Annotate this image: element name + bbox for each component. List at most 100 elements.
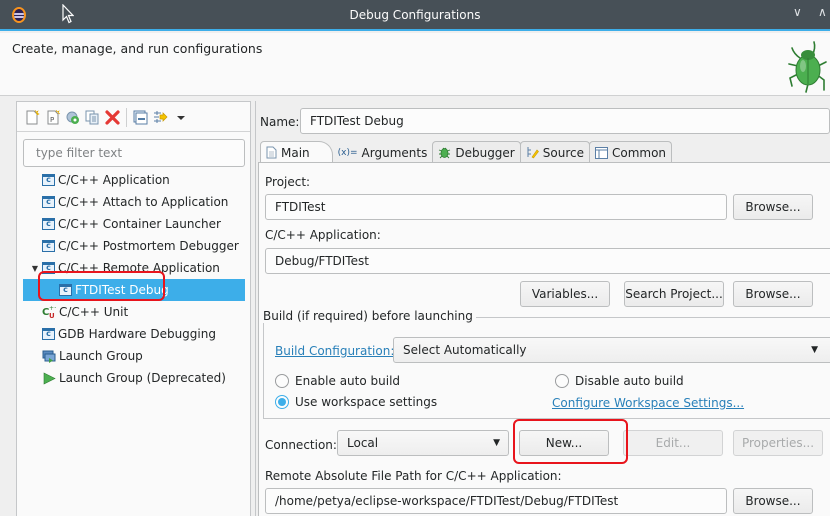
tree-item-label: Launch Group: [59, 349, 143, 363]
connection-properties-button[interactable]: Properties...: [733, 430, 823, 456]
tree-item-ftditest-debug[interactable]: c FTDITest Debug: [23, 279, 245, 301]
tree-item-label: Launch Group (Deprecated): [59, 371, 226, 385]
connection-label: Connection:: [265, 438, 337, 452]
connection-value: Local: [347, 436, 379, 450]
tree-item-c-postmortem[interactable]: c C/C++ Postmortem Debugger: [23, 235, 245, 257]
minimize-button[interactable]: ∨: [793, 5, 802, 19]
svg-text:U: U: [49, 312, 55, 319]
enable-auto-build-radio[interactable]: Enable auto build: [275, 374, 400, 388]
name-label: Name:: [260, 115, 300, 129]
filter-icon[interactable]: [153, 110, 168, 125]
build-group-title: Build (if required) before launching: [263, 309, 476, 323]
tab-label: Main: [281, 145, 310, 160]
c-app-icon: c: [42, 218, 55, 230]
debugger-icon: [439, 147, 451, 159]
name-input[interactable]: [300, 108, 830, 134]
tree-item-label: C/C++ Remote Application: [58, 261, 220, 275]
tree-item-label: C/C++ Application: [58, 173, 170, 187]
application-browse-button[interactable]: Browse...: [733, 281, 813, 307]
tree-item-gdb-hardware[interactable]: c GDB Hardware Debugging: [23, 323, 245, 345]
application-label: C/C++ Application:: [265, 228, 381, 242]
configuration-list-panel: P c C/C++ Application c C/C++ Attach t: [16, 101, 251, 516]
variables-button[interactable]: Variables...: [520, 281, 610, 307]
c-app-icon: c: [42, 174, 55, 186]
tree-item-c-attach[interactable]: c C/C++ Attach to Application: [23, 191, 245, 213]
tree-item-launch-group[interactable]: Launch Group: [23, 345, 245, 367]
new-connection-button[interactable]: New...: [519, 430, 609, 456]
c-app-icon: c: [42, 328, 55, 340]
common-icon: [594, 146, 608, 159]
maximize-button[interactable]: ∧: [818, 5, 827, 19]
export-icon[interactable]: [65, 110, 80, 125]
window-title: Debug Configurations: [349, 8, 481, 22]
build-configuration-link[interactable]: Build Configuration:: [275, 344, 394, 358]
tab-debugger[interactable]: Debugger: [432, 141, 521, 163]
c-app-icon: c: [42, 262, 55, 274]
disable-auto-build-radio[interactable]: Disable auto build: [555, 374, 684, 388]
tree-item-c-container[interactable]: c C/C++ Container Launcher: [23, 213, 245, 235]
search-project-button[interactable]: Search Project...: [624, 281, 724, 307]
bug-icon: [788, 41, 827, 93]
use-workspace-settings-radio[interactable]: Use workspace settings: [275, 395, 437, 409]
build-configuration-select[interactable]: Select Automatically ▼: [393, 337, 830, 363]
configure-workspace-settings-link[interactable]: Configure Workspace Settings...: [552, 396, 744, 410]
tree-item-label: C/C++ Attach to Application: [58, 195, 229, 209]
tab-label: Common: [611, 145, 667, 160]
new-prototype-icon[interactable]: P: [46, 110, 61, 125]
c-app-icon: c: [59, 284, 72, 296]
c-app-icon: c: [42, 196, 55, 208]
tab-label: Arguments: [361, 145, 428, 160]
remote-path-browse-button[interactable]: Browse...: [733, 488, 813, 514]
main-tab-content: Project: Browse... C/C++ Application: Va…: [258, 162, 830, 516]
chevron-down-icon: ▼: [493, 438, 500, 448]
remote-path-label: Remote Absolute File Path for C/C++ Appl…: [265, 469, 562, 483]
launch-arrow-icon: [43, 372, 56, 384]
radio-label: Enable auto build: [295, 374, 401, 388]
tree-item-c-remote[interactable]: ▼ c C/C++ Remote Application: [23, 257, 245, 279]
tab-label: Debugger: [455, 145, 515, 160]
tab-main[interactable]: Main: [260, 141, 333, 163]
config-toolbar: P: [17, 102, 250, 132]
tree-item-c-unit[interactable]: C U ++ C/C++ Unit: [23, 301, 245, 323]
arguments-icon: (x)=: [337, 147, 358, 158]
radio-circle: [275, 374, 289, 388]
delete-icon[interactable]: [105, 110, 120, 125]
tab-label: Source: [542, 145, 584, 160]
source-icon: [527, 147, 539, 159]
tree-item-label: GDB Hardware Debugging: [58, 327, 216, 341]
project-input[interactable]: [265, 194, 727, 220]
dropdown-icon[interactable]: [174, 110, 189, 125]
duplicate-icon[interactable]: [85, 110, 100, 125]
c-unit-icon: C U ++: [42, 305, 56, 319]
launch-group-icon: [42, 350, 56, 363]
remote-path-input[interactable]: [265, 488, 727, 514]
window-titlebar: Debug Configurations ∨ ∧: [0, 0, 830, 31]
document-icon: [266, 146, 277, 159]
dialog-header: Create, manage, and run configurations: [0, 33, 830, 96]
tree-item-c-application[interactable]: c C/C++ Application: [23, 169, 245, 191]
expand-arrow-icon[interactable]: ▼: [30, 264, 40, 273]
tab-arguments[interactable]: (x)= Arguments: [332, 141, 434, 163]
radio-label: Disable auto build: [575, 374, 684, 388]
new-document-icon[interactable]: [25, 110, 40, 125]
application-input[interactable]: [265, 248, 830, 274]
tab-source[interactable]: Source: [519, 141, 590, 163]
project-label: Project:: [265, 175, 311, 189]
edit-connection-button[interactable]: Edit...: [623, 430, 723, 456]
dialog-subtitle: Create, manage, and run configurations: [12, 41, 263, 56]
project-browse-button[interactable]: Browse...: [733, 194, 813, 220]
chevron-down-icon: ▼: [811, 345, 818, 355]
tree-item-label: C/C++ Unit: [59, 305, 129, 319]
svg-text:P: P: [50, 116, 54, 124]
filter-input[interactable]: [23, 139, 245, 167]
svg-text:++: ++: [49, 305, 56, 312]
connection-select[interactable]: Local ▼: [337, 430, 509, 456]
panel-divider[interactable]: [255, 101, 256, 516]
tab-common[interactable]: Common: [588, 141, 673, 163]
radio-circle: [275, 395, 289, 409]
tab-bar: Main (x)= Arguments Debugger Source Comm…: [260, 141, 673, 163]
tree-item-label: FTDITest Debug: [75, 283, 169, 297]
tree-item-launch-group-deprecated[interactable]: Launch Group (Deprecated): [23, 367, 245, 389]
tree-item-label: C/C++ Container Launcher: [58, 217, 221, 231]
collapse-all-icon[interactable]: [133, 110, 148, 125]
